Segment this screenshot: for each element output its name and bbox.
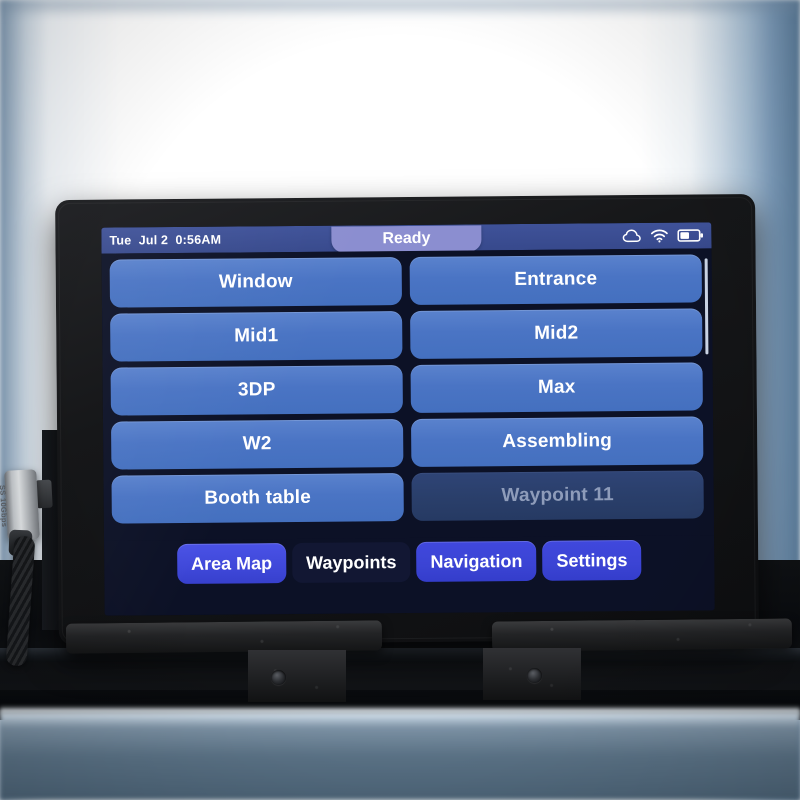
- screw-right: [527, 668, 542, 683]
- screw-left: [271, 670, 286, 685]
- waypoint-button-max[interactable]: Max: [410, 362, 703, 413]
- mount-foot-left: [248, 650, 346, 702]
- background-top-shadow: [0, 0, 800, 18]
- list-scrollbar-thumb[interactable]: [704, 258, 709, 355]
- waypoint-row: Booth table Waypoint 11: [111, 470, 704, 524]
- photo-scene: Tue Jul 2 0:56AM Ready Window Entrance M…: [0, 0, 800, 800]
- status-icon-group: [622, 228, 704, 243]
- lower-surface: [0, 712, 800, 800]
- mount-bracket-left: [65, 620, 383, 654]
- waypoint-row: 3DP Max: [110, 362, 703, 416]
- waypoint-button-mid1[interactable]: Mid1: [110, 311, 403, 362]
- wifi-icon: [650, 229, 668, 243]
- tab-waypoints[interactable]: Waypoints: [291, 541, 411, 584]
- waypoint-button-3dp[interactable]: 3DP: [110, 365, 403, 416]
- waypoint-button-w2[interactable]: W2: [111, 419, 404, 470]
- mount-bracket-right: [491, 618, 793, 652]
- tab-bar: Area Map Waypoints Navigation Settings: [104, 535, 715, 616]
- status-clock: Tue Jul 2 0:56AM: [109, 232, 222, 248]
- tablet-device: Tue Jul 2 0:56AM Ready Window Entrance M…: [55, 193, 759, 646]
- waypoint-row: Window Entrance: [109, 254, 702, 308]
- waypoint-button-window[interactable]: Window: [109, 257, 403, 308]
- battery-icon: [677, 228, 704, 242]
- tab-area-map[interactable]: Area Map: [176, 543, 287, 585]
- tablet-screen: Tue Jul 2 0:56AM Ready Window Entrance M…: [101, 222, 715, 616]
- waypoint-button-booth-table[interactable]: Booth table: [111, 473, 404, 524]
- waypoint-row: W2 Assembling: [111, 416, 704, 470]
- tab-settings[interactable]: Settings: [542, 539, 642, 581]
- list-scrollbar[interactable]: [704, 252, 712, 530]
- waypoint-list[interactable]: Window Entrance Mid1 Mid2 3DP Max W2 Ass…: [101, 248, 715, 541]
- status-badge: Ready: [331, 225, 482, 253]
- waypoint-button-mid2[interactable]: Mid2: [410, 308, 703, 359]
- waypoint-row: Mid1 Mid2: [110, 308, 703, 362]
- waypoint-button-entrance[interactable]: Entrance: [409, 254, 702, 305]
- waypoint-button-waypoint-11[interactable]: Waypoint 11: [411, 470, 704, 521]
- cloud-icon: [622, 229, 641, 243]
- tab-navigation[interactable]: Navigation: [416, 540, 537, 582]
- waypoint-button-assembling[interactable]: Assembling: [410, 416, 704, 467]
